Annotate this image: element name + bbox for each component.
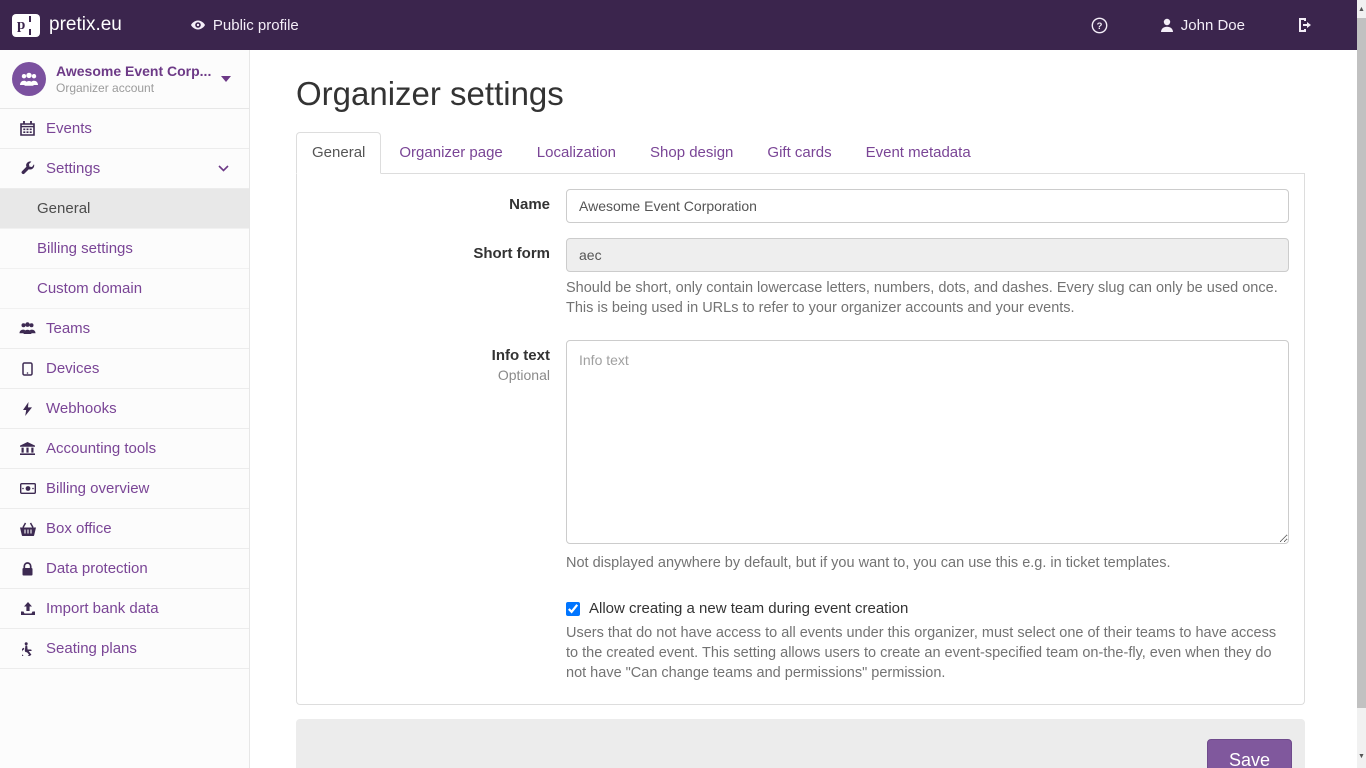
vertical-scrollbar[interactable]: ▲ ▼ xyxy=(1357,0,1366,768)
brand-link[interactable]: p pretix.eu xyxy=(12,14,122,37)
organizer-subtitle: Organizer account xyxy=(56,81,211,95)
allow-team-row: Allow creating a new team during event c… xyxy=(566,600,1289,683)
user-menu[interactable]: John Doe xyxy=(1160,17,1245,34)
public-profile-label: Public profile xyxy=(213,17,299,34)
wrench-icon xyxy=(18,161,37,176)
bank-icon xyxy=(18,442,37,456)
sidebar-item-events[interactable]: Events xyxy=(0,109,249,149)
allow-team-label[interactable]: Allow creating a new team during event c… xyxy=(589,600,908,617)
tablet-icon xyxy=(18,362,37,376)
sidebar-item-label: Webhooks xyxy=(46,400,117,417)
sidebar-item-label: Import bank data xyxy=(46,600,159,617)
tab-event-metadata[interactable]: Event metadata xyxy=(850,132,987,174)
tab-localization[interactable]: Localization xyxy=(521,132,632,174)
organizer-name: Awesome Event Corp... xyxy=(56,63,211,79)
save-button[interactable]: Save xyxy=(1207,739,1292,768)
money-bill-icon xyxy=(18,483,37,494)
tab-shop-design[interactable]: Shop design xyxy=(634,132,749,174)
main-content: Organizer settings General Organizer pag… xyxy=(250,50,1357,768)
sidebar-item-settings[interactable]: Settings xyxy=(0,149,249,189)
form-footer: Save xyxy=(296,719,1305,768)
sidebar-item-label: Billing overview xyxy=(46,480,149,497)
short-form-help: Should be short, only contain lowercase … xyxy=(566,278,1289,318)
name-form-row: Name xyxy=(312,189,1289,223)
bolt-icon xyxy=(18,402,37,416)
info-text-row: Info text Optional Not displayed anywher… xyxy=(312,340,1289,573)
name-label: Name xyxy=(312,196,550,213)
sidebar: Awesome Event Corp... Organizer account … xyxy=(0,50,250,768)
user-name: John Doe xyxy=(1181,17,1245,34)
sidebar-item-label: Accounting tools xyxy=(46,440,156,457)
sidebar-item-label: Billing settings xyxy=(37,240,133,257)
short-form-field xyxy=(566,238,1289,272)
allow-team-help: Users that do not have access to all eve… xyxy=(566,623,1289,683)
tab-bar: General Organizer page Localization Shop… xyxy=(296,132,1305,174)
tab-gift-cards[interactable]: Gift cards xyxy=(751,132,847,174)
info-text-help: Not displayed anywhere by default, but i… xyxy=(566,553,1289,573)
short-form-label: Short form xyxy=(312,245,550,262)
scrollbar-thumb[interactable] xyxy=(1357,18,1366,708)
sidebar-item-seating-plans[interactable]: Seating plans xyxy=(0,629,249,669)
sidebar-item-label: Teams xyxy=(46,320,90,337)
info-text-field[interactable] xyxy=(566,340,1289,544)
sidebar-item-import-bank-data[interactable]: Import bank data xyxy=(0,589,249,629)
sidebar-item-label: Events xyxy=(46,120,92,137)
seat-icon xyxy=(18,642,37,656)
name-field[interactable] xyxy=(566,189,1289,223)
chevron-down-icon xyxy=(218,165,229,172)
brand-label: pretix.eu xyxy=(49,14,122,36)
sidebar-item-custom-domain[interactable]: Custom domain xyxy=(0,269,249,309)
sidebar-item-billing-settings[interactable]: Billing settings xyxy=(0,229,249,269)
allow-team-checkbox[interactable] xyxy=(566,602,580,616)
sidebar-nav: Events Settings General Billing settings… xyxy=(0,109,249,669)
sidebar-item-label: Data protection xyxy=(46,560,148,577)
scrollbar-down-arrow[interactable]: ▼ xyxy=(1357,749,1366,764)
sidebar-item-box-office[interactable]: Box office xyxy=(0,509,249,549)
scrollbar-up-arrow[interactable]: ▲ xyxy=(1357,2,1366,17)
upload-icon xyxy=(18,602,37,616)
user-icon xyxy=(1160,18,1174,33)
lock-icon xyxy=(18,562,37,576)
tab-general[interactable]: General xyxy=(296,132,381,174)
caret-down-icon xyxy=(221,76,231,82)
sidebar-item-label: General xyxy=(37,200,90,217)
settings-panel: Name Short form Should be short, only co… xyxy=(296,174,1305,705)
sidebar-item-devices[interactable]: Devices xyxy=(0,349,249,389)
logout-button[interactable] xyxy=(1297,17,1314,33)
help-button[interactable]: ? xyxy=(1091,17,1108,34)
users-group-icon xyxy=(12,62,46,96)
organizer-switcher[interactable]: Awesome Event Corp... Organizer account xyxy=(0,50,249,109)
sidebar-item-label: Box office xyxy=(46,520,112,537)
sidebar-item-label: Seating plans xyxy=(46,640,137,657)
sidebar-item-teams[interactable]: Teams xyxy=(0,309,249,349)
sidebar-item-billing-overview[interactable]: Billing overview xyxy=(0,469,249,509)
sidebar-item-data-protection[interactable]: Data protection xyxy=(0,549,249,589)
sidebar-item-label: Settings xyxy=(46,160,100,177)
top-navbar: p pretix.eu Public profile ? John Doe xyxy=(0,0,1366,50)
short-form-row: Short form Should be short, only contain… xyxy=(312,238,1289,318)
users-icon xyxy=(18,322,37,335)
basket-icon xyxy=(18,522,37,536)
svg-text:?: ? xyxy=(1096,21,1102,32)
info-text-optional-label: Optional xyxy=(312,367,550,383)
sidebar-item-label: Devices xyxy=(46,360,99,377)
pretix-logo-icon: p xyxy=(12,14,40,37)
sidebar-item-webhooks[interactable]: Webhooks xyxy=(0,389,249,429)
calendar-icon xyxy=(18,121,37,136)
public-profile-link[interactable]: Public profile xyxy=(190,17,299,34)
sidebar-item-label: Custom domain xyxy=(37,280,142,297)
sidebar-item-accounting-tools[interactable]: Accounting tools xyxy=(0,429,249,469)
info-text-label: Info text xyxy=(312,347,550,364)
page-title: Organizer settings xyxy=(296,75,1357,113)
sidebar-item-general[interactable]: General xyxy=(0,189,249,229)
eye-icon xyxy=(190,17,206,33)
tab-organizer-page[interactable]: Organizer page xyxy=(383,132,518,174)
